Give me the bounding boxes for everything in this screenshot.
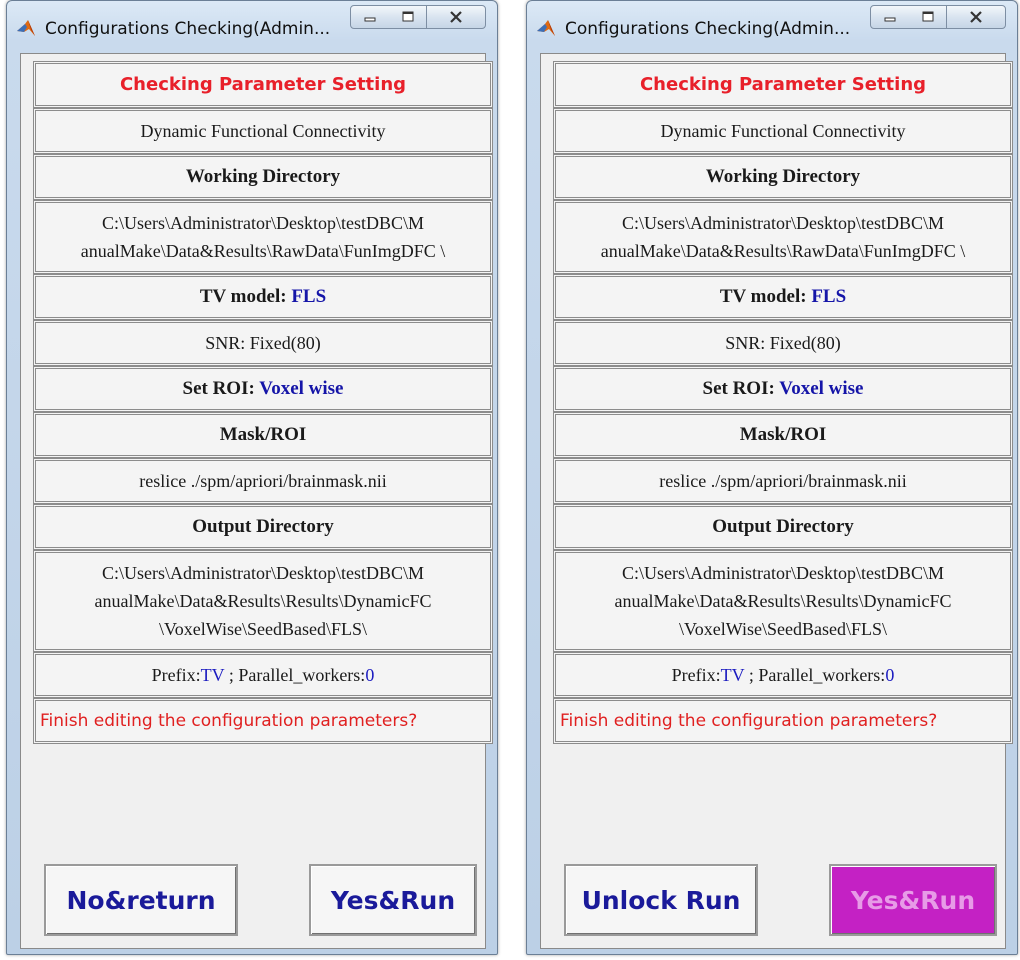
tv-model-value: FLS bbox=[811, 286, 847, 307]
confirm-question: Finish editing the configuration paramet… bbox=[560, 711, 938, 731]
page-title: Checking Parameter Setting bbox=[119, 74, 407, 95]
workers-label: ; Parallel_workers: bbox=[744, 664, 886, 685]
mask-value: reslice ./spm/apriori/brainmask.nii bbox=[659, 470, 907, 491]
working-dir-line: anualMake\Data&Results\RawData\FunImgDFC… bbox=[80, 241, 446, 261]
mask-label-row: Mask/ROI bbox=[553, 412, 1013, 458]
output-dir-line: anualMake\Data&Results\Results\DynamicFC bbox=[614, 591, 952, 611]
analysis-type: Dynamic Functional Connectivity bbox=[140, 120, 386, 141]
window-client: Checking Parameter Setting Dynamic Funct… bbox=[540, 53, 1013, 949]
window-client: Checking Parameter Setting Dynamic Funct… bbox=[20, 53, 493, 949]
output-dir-label: Output Directory bbox=[192, 516, 334, 537]
minimize-icon bbox=[884, 17, 896, 22]
analysis-type: Dynamic Functional Connectivity bbox=[660, 120, 906, 141]
close-icon bbox=[970, 11, 982, 23]
set-roi-row: Set ROI: Voxel wise bbox=[553, 366, 1013, 412]
maximize-icon bbox=[922, 11, 934, 22]
prefix-row: Prefix:TV ; Parallel_workers:0 bbox=[33, 652, 493, 698]
tv-model-label: TV model: bbox=[199, 286, 292, 307]
output-dir-line: anualMake\Data&Results\Results\DynamicFC bbox=[94, 591, 432, 611]
set-roi-label: Set ROI: bbox=[702, 378, 780, 399]
window-title: Configurations Checking(Admin... bbox=[565, 19, 851, 39]
set-roi-value: Voxel wise bbox=[259, 378, 344, 399]
analysis-type-row: Dynamic Functional Connectivity bbox=[33, 108, 493, 154]
unlock-run-button[interactable]: Unlock Run bbox=[564, 864, 758, 936]
snr-value: SNR: Fixed(80) bbox=[205, 332, 321, 353]
page-title: Checking Parameter Setting bbox=[639, 74, 927, 95]
working-dir-label: Working Directory bbox=[185, 166, 341, 187]
snr-row: SNR: Fixed(80) bbox=[33, 320, 493, 366]
set-roi-label: Set ROI: bbox=[182, 378, 260, 399]
minimize-button[interactable] bbox=[350, 5, 390, 29]
working-dir-label: Working Directory bbox=[705, 166, 861, 187]
working-dir-label-row: Working Directory bbox=[33, 154, 493, 200]
minimize-icon bbox=[364, 17, 376, 22]
set-roi-row: Set ROI: Voxel wise bbox=[33, 366, 493, 412]
window-title: Configurations Checking(Admin... bbox=[45, 19, 331, 39]
tv-model-label: TV model: bbox=[719, 286, 812, 307]
prefix-value: TV bbox=[720, 664, 745, 685]
close-icon bbox=[450, 11, 462, 23]
mask-label: Mask/ROI bbox=[739, 424, 827, 445]
maximize-button[interactable] bbox=[389, 5, 427, 29]
titlebar[interactable]: Configurations Checking(Admin... bbox=[527, 1, 1017, 53]
matlab-icon bbox=[17, 20, 35, 36]
mask-label-row: Mask/ROI bbox=[33, 412, 493, 458]
header-row: Checking Parameter Setting bbox=[553, 61, 1013, 108]
question-row: Finish editing the configuration paramet… bbox=[553, 698, 1013, 744]
analysis-type-row: Dynamic Functional Connectivity bbox=[553, 108, 1013, 154]
close-button[interactable] bbox=[946, 5, 1006, 29]
prefix-label: Prefix: bbox=[151, 664, 201, 685]
output-dir-row: C:\Users\Administrator\Desktop\testDBC\M… bbox=[553, 550, 1013, 652]
workers-label: ; Parallel_workers: bbox=[224, 664, 366, 685]
close-button[interactable] bbox=[426, 5, 486, 29]
question-row: Finish editing the configuration paramet… bbox=[33, 698, 493, 744]
tv-model-row: TV model: FLS bbox=[553, 274, 1013, 320]
tv-model-value: FLS bbox=[291, 286, 327, 307]
prefix-row: Prefix:TV ; Parallel_workers:0 bbox=[553, 652, 1013, 698]
working-dir-label-row: Working Directory bbox=[553, 154, 1013, 200]
workers-value: 0 bbox=[365, 664, 375, 685]
set-roi-value: Voxel wise bbox=[779, 378, 864, 399]
snr-value: SNR: Fixed(80) bbox=[725, 332, 841, 353]
working-dir-line: C:\Users\Administrator\Desktop\testDBC\M bbox=[102, 213, 424, 233]
output-dir-label-row: Output Directory bbox=[33, 504, 493, 550]
titlebar[interactable]: Configurations Checking(Admin... bbox=[7, 1, 497, 53]
yes-run-button[interactable]: Yes&Run bbox=[309, 864, 477, 936]
header-row: Checking Parameter Setting bbox=[33, 61, 493, 108]
prefix-value: TV bbox=[200, 664, 225, 685]
prefix-label: Prefix: bbox=[671, 664, 721, 685]
mask-label: Mask/ROI bbox=[219, 424, 307, 445]
output-dir-line: C:\Users\Administrator\Desktop\testDBC\M bbox=[102, 563, 424, 583]
maximize-icon bbox=[402, 11, 414, 22]
working-dir-row: C:\Users\Administrator\Desktop\testDBC\M… bbox=[553, 200, 1013, 274]
snr-row: SNR: Fixed(80) bbox=[553, 320, 1013, 366]
output-dir-label: Output Directory bbox=[712, 516, 854, 537]
output-dir-label-row: Output Directory bbox=[553, 504, 1013, 550]
output-dir-line: \VoxelWise\SeedBased\FLS\ bbox=[159, 619, 367, 639]
output-dir-row: C:\Users\Administrator\Desktop\testDBC\M… bbox=[33, 550, 493, 652]
mask-value: reslice ./spm/apriori/brainmask.nii bbox=[139, 470, 387, 491]
minimize-button[interactable] bbox=[870, 5, 910, 29]
matlab-icon bbox=[537, 20, 555, 36]
working-dir-line: anualMake\Data&Results\RawData\FunImgDFC… bbox=[600, 241, 966, 261]
yes-run-button-disabled: Yes&Run bbox=[829, 864, 997, 936]
mask-value-row: reslice ./spm/apriori/brainmask.nii bbox=[553, 458, 1013, 504]
output-dir-line: \VoxelWise\SeedBased\FLS\ bbox=[679, 619, 887, 639]
output-dir-line: C:\Users\Administrator\Desktop\testDBC\M bbox=[622, 563, 944, 583]
mask-value-row: reslice ./spm/apriori/brainmask.nii bbox=[33, 458, 493, 504]
confirm-question: Finish editing the configuration paramet… bbox=[40, 711, 418, 731]
no-return-button[interactable]: No&return bbox=[44, 864, 238, 936]
config-window-left: Configurations Checking(Admin... Checkin… bbox=[6, 0, 498, 955]
maximize-button[interactable] bbox=[909, 5, 947, 29]
working-dir-row: C:\Users\Administrator\Desktop\testDBC\M… bbox=[33, 200, 493, 274]
working-dir-line: C:\Users\Administrator\Desktop\testDBC\M bbox=[622, 213, 944, 233]
tv-model-row: TV model: FLS bbox=[33, 274, 493, 320]
config-window-right: Configurations Checking(Admin... Checkin… bbox=[526, 0, 1018, 955]
workers-value: 0 bbox=[885, 664, 895, 685]
